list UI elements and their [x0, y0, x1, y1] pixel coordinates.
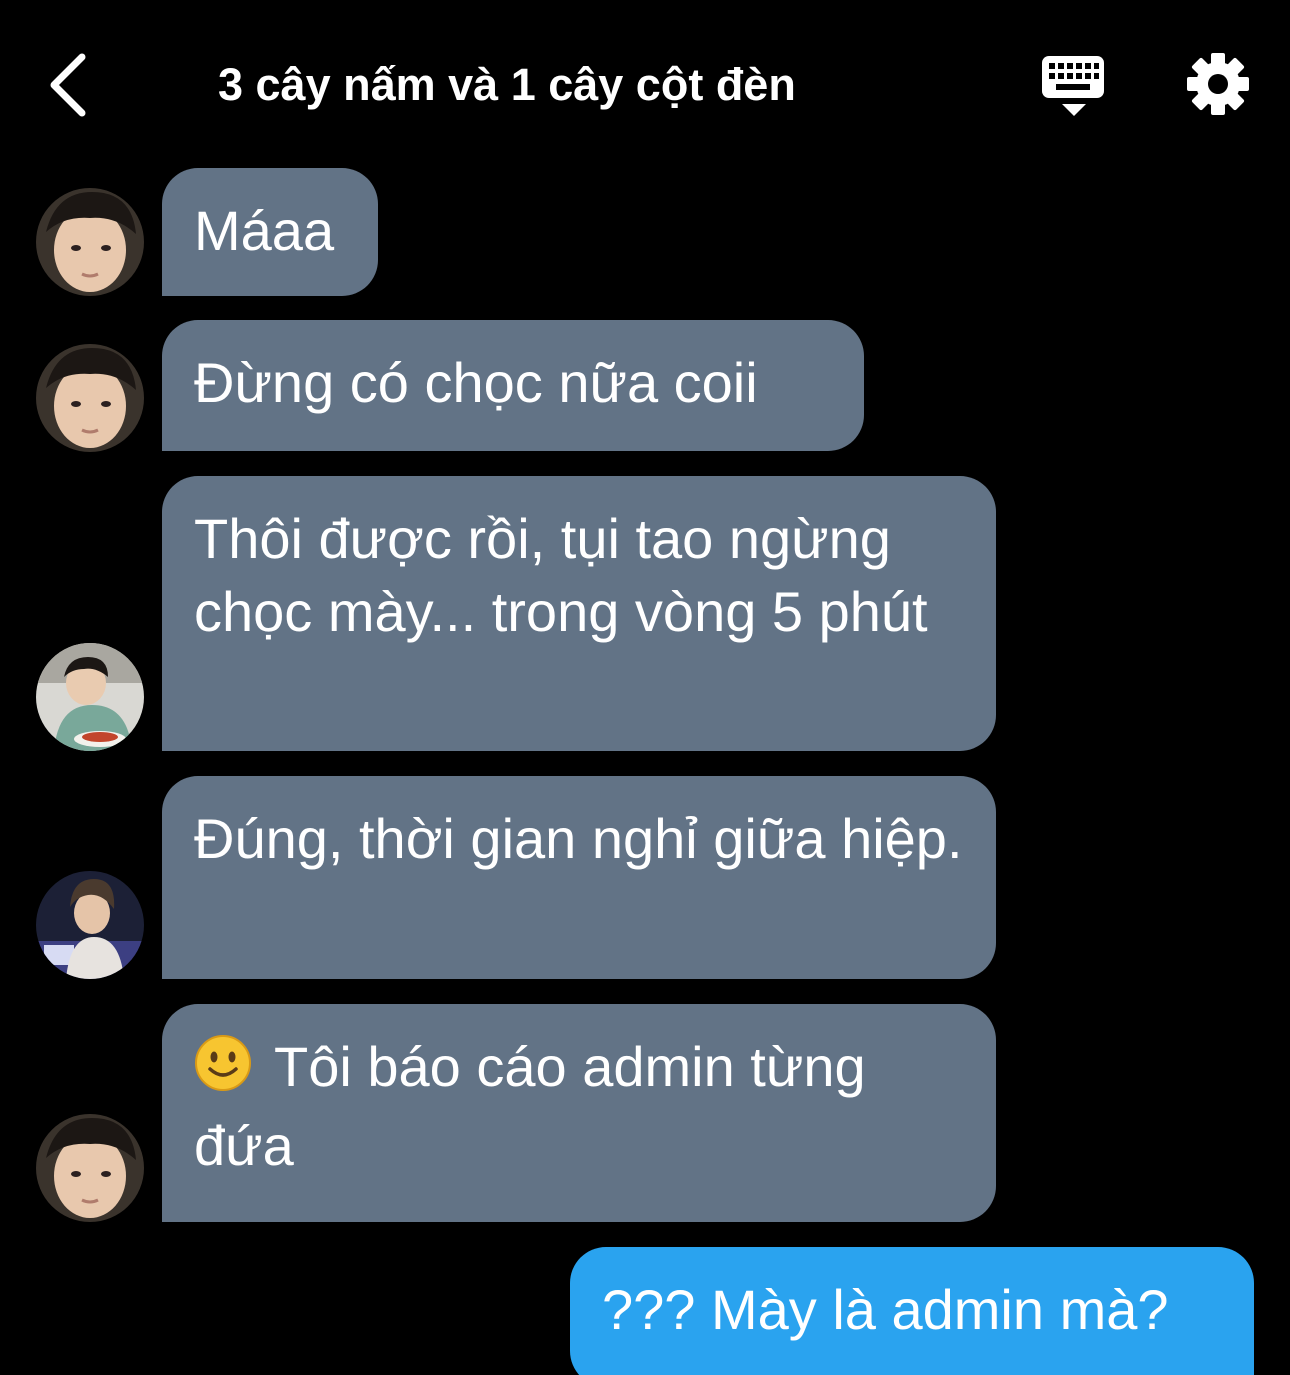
- message-row: Tôi báo cáo admin từng đứa: [0, 1004, 1290, 1222]
- settings-button[interactable]: [1186, 52, 1250, 116]
- user-photo-icon: [36, 188, 144, 296]
- back-button[interactable]: [38, 50, 98, 120]
- message-row: Đúng, thời gian nghỉ giữa hiệp.: [0, 776, 1290, 979]
- my-message-bubble[interactable]: ??? Mày là admin mà?: [570, 1247, 1254, 1375]
- message-bubble[interactable]: Đừng có chọc nữa coii: [162, 320, 864, 451]
- slightly-smiling-face-icon: [194, 1034, 252, 1109]
- avatar[interactable]: [36, 344, 144, 452]
- user-photo-icon: [36, 643, 144, 751]
- message-row: Đừng có chọc nữa coii: [0, 320, 1290, 452]
- avatar[interactable]: [36, 871, 144, 979]
- chevron-left-icon: [50, 53, 86, 117]
- keyboard-hide-icon: [1042, 56, 1104, 116]
- avatar[interactable]: [36, 643, 144, 751]
- message-text: Máaa: [194, 199, 335, 262]
- message-text: Đừng có chọc nữa coii: [194, 351, 758, 414]
- message-row: Thôi được rồi, tụi tao ngừng chọc mày...…: [0, 476, 1290, 751]
- message-bubble[interactable]: Đúng, thời gian nghỉ giữa hiệp.: [162, 776, 996, 979]
- message-text: ??? Mày là admin mà?: [602, 1278, 1169, 1341]
- avatar[interactable]: [36, 188, 144, 296]
- chat-screen: 3 cây nấm và 1 cây cột đèn Máaa Đừng có …: [0, 0, 1290, 1375]
- user-photo-icon: [36, 344, 144, 452]
- message-bubble[interactable]: Máaa: [162, 168, 378, 296]
- message-row: Máaa: [0, 168, 1290, 296]
- message-bubble[interactable]: Tôi báo cáo admin từng đứa: [162, 1004, 996, 1222]
- message-text: Đúng, thời gian nghỉ giữa hiệp.: [194, 807, 963, 870]
- message-text: Thôi được rồi, tụi tao ngừng chọc mày...…: [194, 507, 928, 643]
- keyboard-toggle-button[interactable]: [1040, 52, 1108, 122]
- avatar[interactable]: [36, 1114, 144, 1222]
- message-row: ??? Mày là admin mà?: [0, 1247, 1290, 1375]
- gear-icon: [1187, 53, 1249, 115]
- chat-header: 3 cây nấm và 1 cây cột đèn: [0, 0, 1290, 170]
- user-photo-icon: [36, 871, 144, 979]
- chat-title: 3 cây nấm và 1 cây cột đèn: [218, 59, 796, 110]
- user-photo-icon: [36, 1114, 144, 1222]
- message-text: Tôi báo cáo admin từng đứa: [194, 1035, 866, 1177]
- message-bubble[interactable]: Thôi được rồi, tụi tao ngừng chọc mày...…: [162, 476, 996, 751]
